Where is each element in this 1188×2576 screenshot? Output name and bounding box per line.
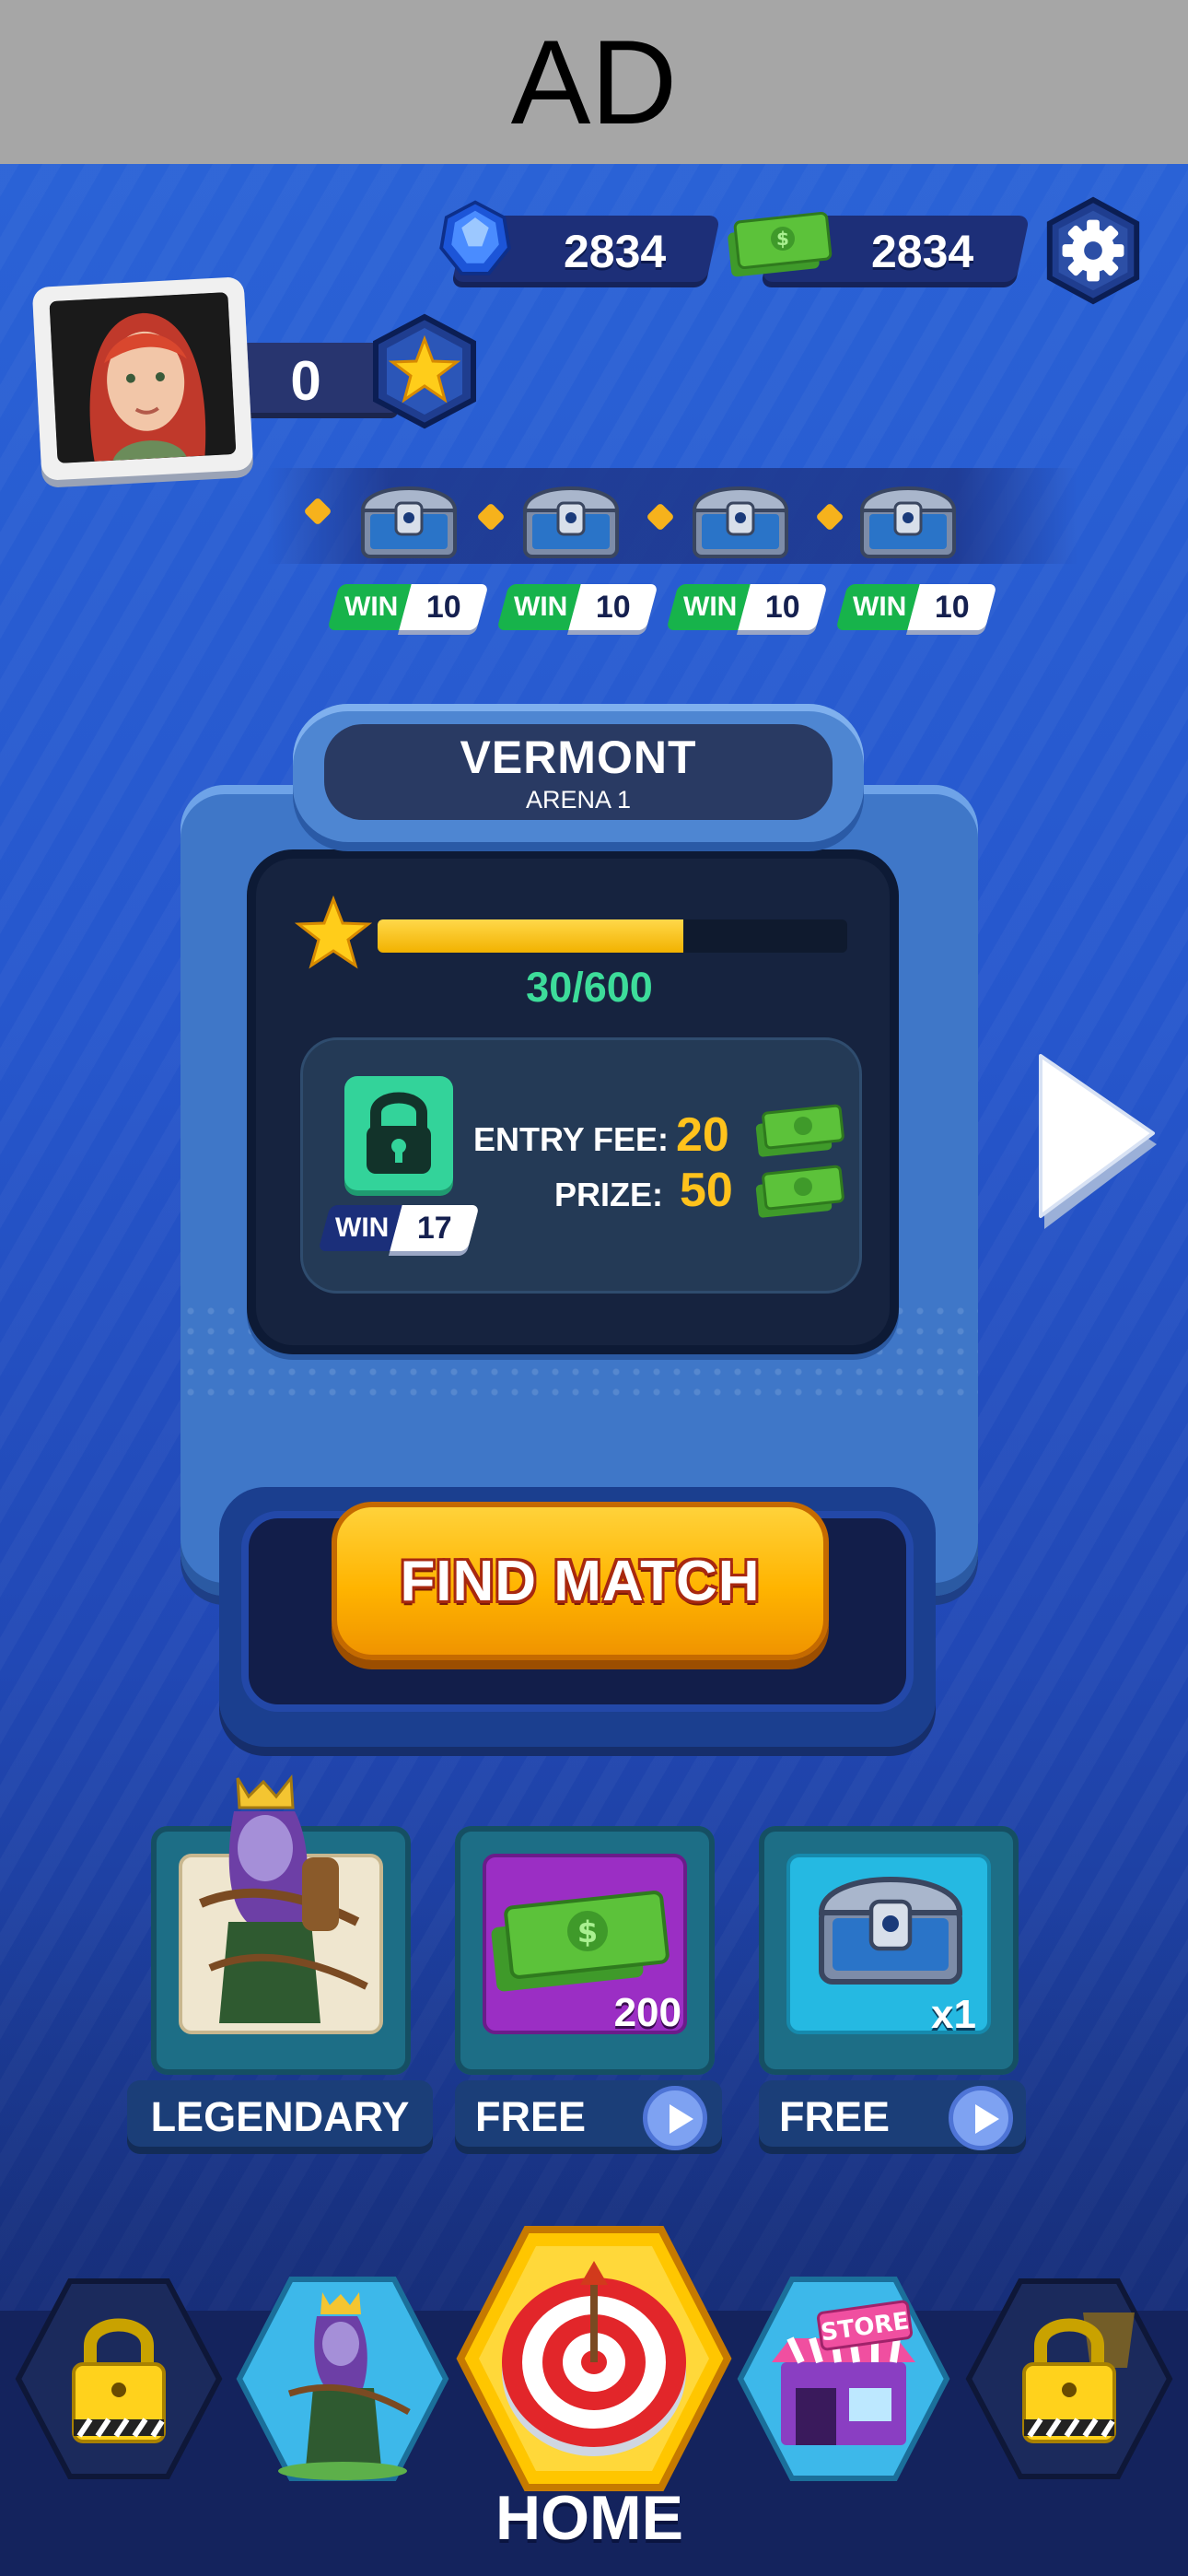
ad-label: AD: [510, 15, 678, 149]
nav-home-tab[interactable]: [455, 2224, 733, 2493]
svg-text:$: $: [776, 228, 789, 250]
gems-count: 2834: [564, 226, 667, 277]
win-label: WIN: [334, 1212, 390, 1243]
svg-text:$: $: [577, 1914, 598, 1950]
win-count: 10: [426, 589, 461, 625]
arena-progress-bar: [378, 919, 847, 953]
watch-ad-play-icon[interactable]: [949, 2086, 1013, 2150]
arena-progress-text: 30/600: [526, 964, 653, 1011]
nav-locked-tab-left[interactable]: [13, 2276, 225, 2482]
find-match-label: FIND MATCH: [400, 1549, 761, 1613]
arena-subtitle: ARENA 1: [525, 785, 632, 814]
chest-icon[interactable]: [354, 470, 464, 562]
lock-icon: [367, 1092, 431, 1174]
watch-ad-play-icon[interactable]: [643, 2086, 707, 2150]
cash-icon: $: [728, 212, 833, 277]
player-avatar[interactable]: [31, 276, 254, 481]
chest-icon: [818, 1877, 963, 1985]
chest-icon[interactable]: [516, 470, 626, 562]
cash-count: 2834: [871, 226, 974, 277]
trophy-count: 0: [290, 349, 321, 412]
avatar-portrait-icon: [49, 292, 237, 463]
ad-banner[interactable]: AD: [0, 0, 1188, 164]
find-match-button[interactable]: FIND MATCH: [332, 1502, 829, 1660]
offer-label: FREE: [779, 2093, 891, 2140]
offer-chest-amount: x1: [931, 1992, 976, 2037]
offer-label: LEGENDARY: [150, 2093, 410, 2140]
win-label: WIN: [682, 591, 738, 622]
cash-icon: [755, 1165, 844, 1218]
win-label: WIN: [513, 591, 568, 622]
settings-gear-icon[interactable]: [1039, 195, 1147, 306]
gem-icon: [439, 200, 511, 275]
cash-icon: [755, 1104, 844, 1157]
arena-title: VERMONT ARENA 1: [324, 724, 833, 820]
lock-win-badge: WIN 17: [318, 1205, 480, 1251]
chest-win-badge: WIN 10: [496, 584, 658, 630]
entry-fee-label: ENTRY FEE:: [472, 1120, 669, 1158]
chest-icon[interactable]: [685, 470, 796, 562]
chest-win-badge: WIN 10: [327, 584, 489, 630]
win-label: WIN: [344, 591, 399, 622]
prize-value: 50: [680, 1164, 733, 1217]
prize-label: PRIZE:: [553, 1176, 663, 1213]
arena-progress-fill: [378, 919, 683, 953]
chest-icon[interactable]: [853, 470, 963, 562]
arena-name: VERMONT: [460, 731, 697, 783]
next-arena-arrow-icon[interactable]: [1028, 1041, 1166, 1238]
nav-heroes-tab[interactable]: [234, 2274, 451, 2484]
nav-home-label: HOME: [495, 2483, 683, 2553]
offer-cash-amount: 200: [613, 1990, 681, 2035]
trophy-star-icon: [373, 313, 476, 429]
offer-legendary-label-bar: LEGENDARY: [127, 2080, 433, 2154]
chest-win-badge: WIN 10: [666, 584, 828, 630]
cash-stack-icon: $: [491, 1891, 670, 1992]
nav-locked-tab-right[interactable]: [963, 2276, 1175, 2482]
entry-fee-value: 20: [676, 1108, 729, 1162]
win-count: 10: [765, 589, 800, 625]
archer-queen-icon: [199, 1774, 368, 2023]
offer-label: FREE: [475, 2093, 587, 2140]
win-count: 10: [935, 589, 970, 625]
progress-star-icon: [295, 896, 372, 969]
win-count: 10: [596, 589, 631, 625]
nav-store-tab[interactable]: STORE: [735, 2274, 952, 2484]
chest-win-badge: WIN 10: [835, 584, 997, 630]
arena-lock: [344, 1076, 453, 1190]
win-count: 17: [417, 1210, 452, 1246]
win-label: WIN: [852, 591, 907, 622]
